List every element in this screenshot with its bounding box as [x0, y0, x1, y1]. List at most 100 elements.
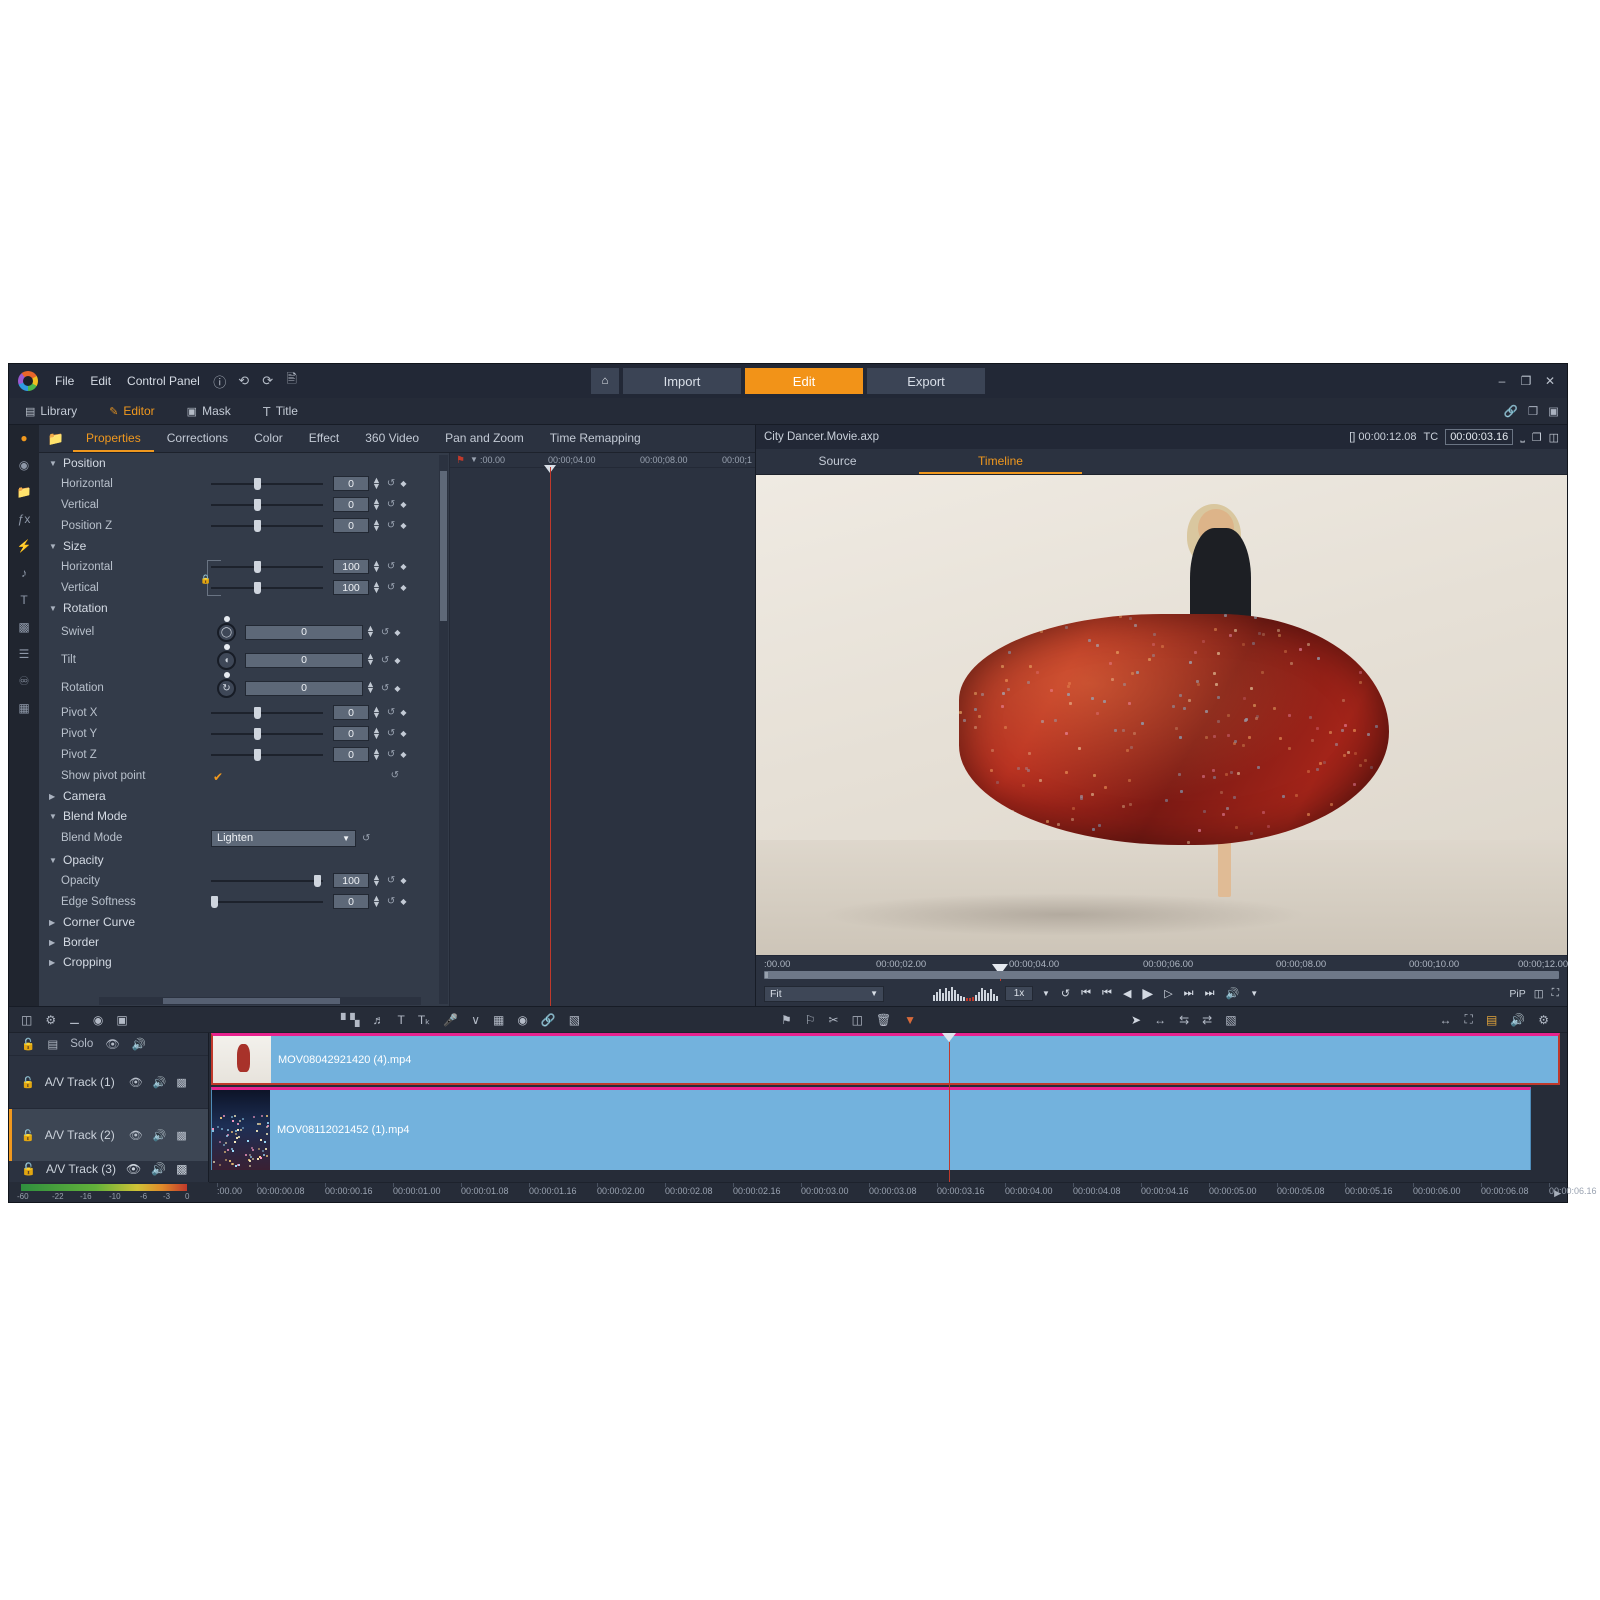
step-forward-icon[interactable]: ▷	[1162, 987, 1174, 1000]
value-swivel[interactable]: 0	[245, 624, 363, 640]
tab-library[interactable]: ▤ Library	[9, 398, 93, 424]
value-size-vertical[interactable]: 100	[333, 580, 369, 595]
group-size[interactable]: ▼ Size	[39, 536, 449, 556]
spinner-position-vertical[interactable]: ▲ ▼	[372, 496, 381, 511]
keyframe-area[interactable]: ⚑ ▼ :00.00 00:00;04.00 00:00;08.00 00:00…	[449, 453, 755, 1006]
spinner-swivel[interactable]: ▲ ▼	[366, 624, 375, 639]
properties-horizontal-scrollbar[interactable]	[99, 997, 421, 1005]
value-opacity[interactable]: 100	[333, 873, 369, 888]
tab-mask[interactable]: ▣ Mask	[171, 398, 247, 424]
reset-icon[interactable]: ↺	[387, 749, 395, 760]
volume-icon[interactable]: 🔊	[1510, 1013, 1525, 1027]
reset-icon[interactable]: ↺	[381, 655, 389, 666]
fit-select[interactable]: Fit ▼	[764, 985, 884, 1002]
track-header-2[interactable]: 🔓 A/V Track (2) 👁 🔊 ▩	[9, 1108, 208, 1161]
overlay-icon[interactable]: ▩	[15, 619, 33, 635]
slider-edge-softness[interactable]	[211, 895, 323, 909]
home-button[interactable]: ⌂	[591, 368, 619, 394]
fx-icon[interactable]: ƒx	[15, 511, 33, 527]
reset-icon[interactable]: ↺	[391, 770, 399, 781]
close-button[interactable]: ✕	[1539, 371, 1561, 391]
music-icon[interactable]: ♪	[15, 565, 33, 581]
value-position-z[interactable]: 0	[333, 518, 369, 533]
keyframe-diamond-icon[interactable]: ◆	[400, 876, 406, 885]
keyframe-diamond-icon[interactable]: ◆	[400, 897, 406, 906]
keyframe-diamond-icon[interactable]: ◆	[400, 562, 406, 571]
marker-flag-icon[interactable]: ⚑	[781, 1013, 792, 1027]
reset-icon[interactable]: ↺	[387, 478, 395, 489]
monitor-icon[interactable]: ▩	[176, 1162, 187, 1176]
slider-position-z[interactable]	[211, 519, 323, 533]
link-icon[interactable]: 🔗	[1503, 404, 1517, 418]
go-end-icon[interactable]: ⏭	[1203, 987, 1217, 1000]
volume-icon[interactable]: 🔊	[1223, 987, 1241, 1000]
spinner-tilt[interactable]: ▲ ▼	[366, 652, 375, 667]
zoom-level-icon[interactable]: ▤	[1486, 1013, 1497, 1027]
keyframe-diamond-icon[interactable]: ◆	[400, 729, 406, 738]
reset-icon[interactable]: ↺	[387, 896, 395, 907]
slider-position-vertical[interactable]	[211, 498, 323, 512]
timeline-ruler[interactable]: -60 -22 -16 -10 -6 -3 0 :00.00 00:00:00.0…	[9, 1182, 1597, 1202]
split-view-icon[interactable]: ◫	[1534, 988, 1544, 1000]
redo-icon[interactable]: ⟳	[257, 370, 279, 392]
keyframe-diamond-icon[interactable]: ◆	[400, 479, 406, 488]
tc-value[interactable]: 00:00:03.16	[1445, 429, 1514, 445]
lock-icon[interactable]: 🔒	[200, 574, 211, 585]
motion-icon[interactable]: ♾	[15, 673, 33, 689]
properties-vertical-scrollbar[interactable]	[439, 455, 448, 1004]
value-rotation[interactable]: 0	[245, 680, 363, 696]
audio-tool-icon[interactable]: ♬	[372, 1013, 384, 1027]
document-icon[interactable]: 🖹	[281, 370, 303, 392]
keyframe-ruler[interactable]: ⚑ ▼ :00.00 00:00;04.00 00:00;08.00 00:00…	[450, 453, 755, 468]
chevron-down-icon[interactable]: ▼	[1040, 989, 1052, 998]
reset-icon[interactable]: ↺	[387, 582, 395, 593]
spinner-pivot-z[interactable]: ▲ ▼	[372, 746, 381, 761]
group-opacity[interactable]: ▼ Opacity	[39, 850, 449, 870]
group-position[interactable]: ▼ Position	[39, 453, 449, 473]
slider-size-horizontal[interactable]	[211, 560, 323, 574]
eye-icon[interactable]: 👁	[105, 1037, 120, 1051]
eye-icon[interactable]: 👁	[129, 1129, 143, 1142]
lock-icon[interactable]: 🔓	[21, 1129, 35, 1142]
preview-ruler[interactable]: :00.00 00:00;02.00 00:00;04.00 00:00;06.…	[756, 955, 1568, 981]
ptab-properties[interactable]: Properties	[73, 425, 154, 452]
value-position-horizontal[interactable]: 0	[333, 476, 369, 491]
group-cropping[interactable]: ▶ Cropping	[39, 952, 449, 972]
speaker-icon[interactable]: 🔊	[132, 1037, 146, 1051]
color-icon[interactable]: ◉	[517, 1013, 527, 1027]
dial-tilt[interactable]: ◖	[217, 650, 236, 670]
reset-icon[interactable]: ↺	[381, 627, 389, 638]
reset-icon[interactable]: ↺	[362, 833, 370, 844]
preview-scrubber[interactable]	[764, 971, 1559, 979]
track-settings-icon[interactable]: ⚙	[45, 1013, 56, 1027]
bookmark-icon[interactable]: ▼	[904, 1013, 916, 1027]
zoom-fit-icon[interactable]: ⛶	[1465, 1012, 1473, 1027]
speaker-icon[interactable]: 🔊	[153, 1076, 167, 1089]
new-track-icon[interactable]: ◫	[21, 1013, 32, 1027]
effects-icon[interactable]: ●	[15, 430, 33, 446]
lightning-icon[interactable]: ⚡	[15, 538, 33, 554]
spinner-position-horizontal[interactable]: ▲ ▼	[372, 475, 381, 490]
value-pivot-x[interactable]: 0	[333, 705, 369, 720]
value-edge-softness[interactable]: 0	[333, 894, 369, 909]
track-header-1[interactable]: 🔓 A/V Track (1) 👁 🔊 ▩	[9, 1055, 208, 1108]
eye-icon[interactable]: 👁	[126, 1162, 141, 1176]
ptab-effect[interactable]: Effect	[296, 425, 352, 452]
timeline-playhead[interactable]	[942, 1033, 956, 1042]
keyframe-diamond-icon[interactable]: ◆	[400, 708, 406, 717]
prev-frame-icon[interactable]: ⏮	[1100, 987, 1114, 1000]
keyframe-diamond-icon[interactable]: ◆	[400, 521, 406, 530]
title-icon[interactable]: T	[397, 1013, 404, 1027]
storyboard-icon[interactable]: ▦	[493, 1013, 504, 1027]
go-start-icon[interactable]: ⏮	[1079, 987, 1093, 1000]
select-icon[interactable]: ➤	[1131, 1013, 1141, 1027]
spinner-pivot-y[interactable]: ▲ ▼	[372, 725, 381, 740]
reset-icon[interactable]: ↺	[387, 499, 395, 510]
reset-icon[interactable]: ↺	[387, 520, 395, 531]
slip-icon[interactable]: ⇆	[1179, 1013, 1189, 1027]
folder-icon[interactable]: 📁	[15, 484, 33, 500]
snapshot-icon[interactable]: ❐	[1532, 431, 1542, 444]
fullscreen-icon[interactable]: ⎵	[1520, 431, 1524, 444]
split-icon[interactable]: ✂	[829, 1013, 839, 1027]
spinner-size-horizontal[interactable]: ▲ ▼	[372, 558, 381, 573]
